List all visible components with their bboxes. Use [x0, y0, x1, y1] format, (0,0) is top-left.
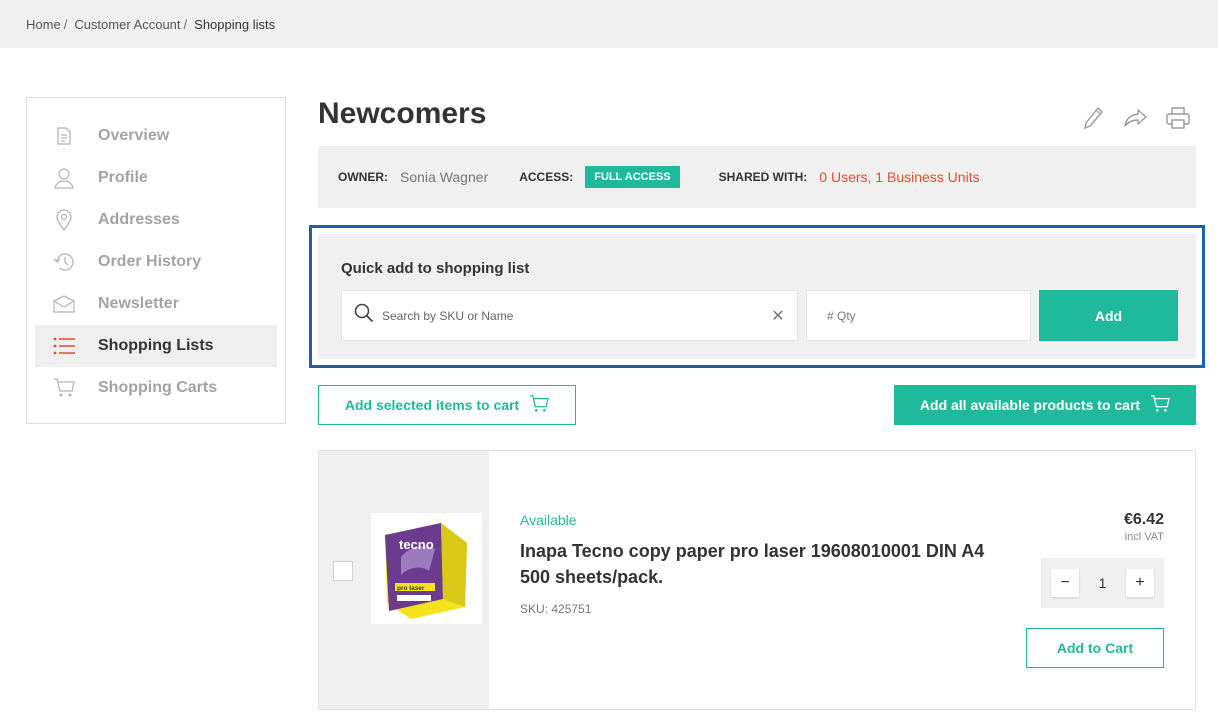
sidebar-item-shopping-carts[interactable]: Shopping Carts [35, 367, 277, 409]
cart-icon [529, 394, 549, 416]
quick-add-button[interactable]: Add [1039, 290, 1178, 341]
breadcrumb-current: Shopping lists [194, 16, 276, 32]
list-icon [53, 335, 75, 357]
product-name[interactable]: Inapa Tecno copy paper pro laser 1960801… [520, 538, 1000, 590]
envelope-icon [53, 293, 75, 315]
access-label: ACCESS: [519, 170, 574, 184]
document-icon [53, 125, 75, 147]
price-vat-note: incl VAT [1124, 531, 1164, 543]
clear-icon[interactable]: ✕ [771, 308, 785, 325]
account-sidebar: Overview Profile Addresses Order History… [26, 97, 286, 424]
sidebar-item-order-history[interactable]: Order History [35, 241, 277, 283]
breadcrumb-home[interactable]: Home [26, 17, 61, 32]
shared-with-link[interactable]: 0 Users, 1 Business Units [819, 169, 979, 185]
cart-icon [1150, 394, 1170, 416]
edit-icon[interactable] [1080, 104, 1108, 132]
shared-label: SHARED WITH: [718, 170, 808, 184]
sidebar-item-overview[interactable]: Overview [35, 115, 277, 157]
print-icon[interactable] [1164, 104, 1192, 132]
quick-add-panel: Quick add to shopping list ✕ Add [309, 225, 1205, 368]
access-badge: FULL ACCESS [585, 166, 680, 188]
increase-quantity-button[interactable]: + [1125, 569, 1154, 597]
search-icon [354, 303, 374, 328]
list-item: tecno pro laser Available Inapa Tecno co… [318, 450, 1196, 710]
product-sku: SKU: 425751 [520, 602, 592, 616]
sidebar-item-label: Order History [98, 253, 202, 270]
product-image[interactable]: tecno pro laser [371, 513, 482, 624]
sidebar-item-label: Profile [98, 169, 148, 186]
location-pin-icon [53, 209, 75, 231]
svg-text:tecno: tecno [399, 537, 434, 552]
add-to-cart-button[interactable]: Add to Cart [1026, 628, 1164, 668]
history-icon [53, 251, 75, 273]
sidebar-item-profile[interactable]: Profile [35, 157, 277, 199]
availability-status: Available [520, 512, 577, 528]
owner-value: Sonia Wagner [400, 169, 489, 185]
quick-add-title: Quick add to shopping list [341, 260, 530, 277]
sidebar-item-label: Newsletter [98, 295, 179, 312]
sidebar-item-label: Shopping Lists [98, 337, 214, 354]
list-info-bar: OWNER: Sonia Wagner ACCESS: FULL ACCESS … [318, 146, 1196, 208]
page-title: Newcomers [318, 97, 487, 130]
quick-add-inner: Quick add to shopping list ✕ Add [318, 234, 1196, 359]
cart-icon [53, 377, 75, 399]
product-select-column: tecno pro laser [319, 451, 489, 709]
sidebar-item-addresses[interactable]: Addresses [35, 199, 277, 241]
share-icon[interactable] [1122, 104, 1150, 132]
search-input[interactable] [382, 308, 771, 323]
sidebar-item-shopping-lists[interactable]: Shopping Lists [35, 325, 277, 367]
breadcrumb-separator: / [183, 16, 188, 32]
product-checkbox[interactable] [333, 561, 353, 581]
user-icon [53, 167, 75, 189]
sidebar-item-newsletter[interactable]: Newsletter [35, 283, 277, 325]
sidebar-item-label: Overview [98, 127, 170, 144]
list-actions [1080, 104, 1192, 132]
add-selected-to-cart-button[interactable]: Add selected items to cart [318, 385, 576, 425]
owner-label: OWNER: [338, 170, 388, 184]
breadcrumb-customer-account[interactable]: Customer Account [74, 17, 180, 32]
quantity-input[interactable] [827, 308, 1030, 323]
add-all-label: Add all available products to cart [919, 397, 1141, 413]
breadcrumb-separator: / [63, 16, 68, 32]
sidebar-item-label: Addresses [98, 211, 180, 228]
sidebar-item-label: Shopping Carts [98, 379, 218, 396]
breadcrumb: Home / Customer Account / Shopping lists [0, 0, 1218, 48]
decrease-quantity-button[interactable]: − [1051, 569, 1079, 597]
add-selected-label: Add selected items to cart [344, 397, 520, 413]
search-field[interactable]: ✕ [341, 290, 798, 341]
add-all-to-cart-button[interactable]: Add all available products to cart [894, 385, 1196, 425]
product-price: €6.42 [1123, 511, 1164, 528]
quantity-stepper: − 1 + [1041, 558, 1164, 608]
svg-text:pro laser: pro laser [397, 585, 425, 592]
quantity-field[interactable] [806, 290, 1031, 341]
quantity-value[interactable]: 1 [1099, 575, 1107, 591]
